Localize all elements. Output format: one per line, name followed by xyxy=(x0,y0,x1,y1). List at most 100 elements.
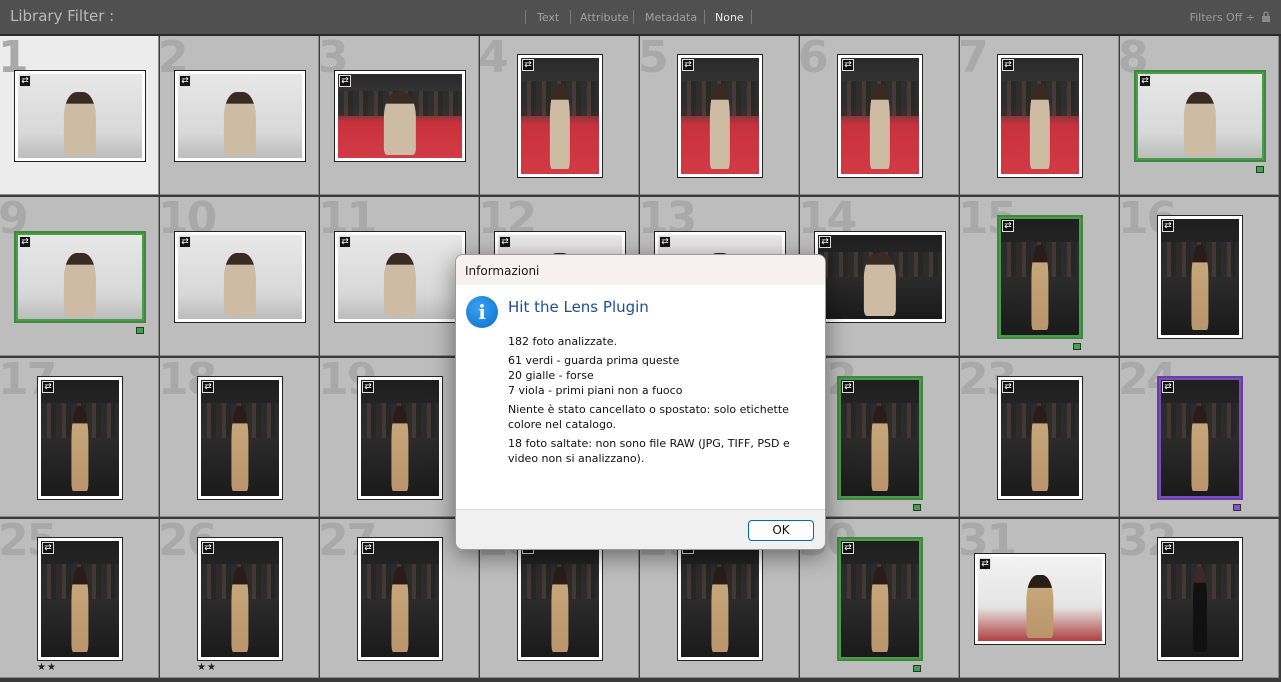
photo-thumbnail[interactable]: ⇄ xyxy=(1134,70,1266,162)
photo-thumbnail[interactable]: ⇄ xyxy=(837,537,923,661)
develop-badge-icon[interactable]: ⇄ xyxy=(842,381,854,393)
lock-icon[interactable] xyxy=(1261,11,1271,23)
develop-badge-icon[interactable]: ⇄ xyxy=(659,236,671,248)
grid-cell[interactable]: 2 ⇄ xyxy=(160,36,319,195)
photo-thumbnail[interactable]: ⇄ xyxy=(357,376,443,500)
purple-color-label-icon[interactable] xyxy=(1233,504,1241,511)
grid-cell[interactable]: 24 ⇄ xyxy=(1120,358,1279,517)
develop-badge-icon[interactable]: ⇄ xyxy=(42,381,54,393)
star-rating[interactable]: ★★ xyxy=(197,662,217,673)
grid-cell[interactable]: 6 ⇄ xyxy=(800,36,959,195)
photo-thumbnail[interactable]: ⇄ xyxy=(37,376,123,500)
grid-cell[interactable]: 3 ⇄ xyxy=(320,36,479,195)
develop-badge-icon[interactable]: ⇄ xyxy=(1162,542,1174,554)
photo-thumbnail[interactable]: ⇄ xyxy=(997,54,1083,178)
photo-thumbnail[interactable]: ⇄ xyxy=(814,231,946,323)
green-color-label-icon[interactable] xyxy=(1073,343,1081,350)
develop-badge-icon[interactable]: ⇄ xyxy=(362,381,374,393)
grid-cell[interactable]: 5 ⇄ xyxy=(640,36,799,195)
grid-cell[interactable]: 15 ⇄ xyxy=(960,197,1119,356)
develop-badge-icon[interactable]: ⇄ xyxy=(682,59,694,71)
develop-badge-icon[interactable]: ⇄ xyxy=(1002,220,1014,232)
ok-button[interactable]: OK xyxy=(748,520,814,541)
green-color-label-icon[interactable] xyxy=(913,504,921,511)
photo-thumbnail[interactable]: ⇄ xyxy=(197,376,283,500)
photo-thumbnail[interactable]: ⇄ xyxy=(837,54,923,178)
develop-badge-icon[interactable]: ⇄ xyxy=(339,236,351,248)
photo-image: ⇄ xyxy=(978,557,1102,641)
photo-thumbnail[interactable]: ⇄ xyxy=(837,376,923,500)
develop-badge-icon[interactable]: ⇄ xyxy=(979,558,991,570)
divider xyxy=(751,10,752,24)
photo-thumbnail[interactable]: ⇄ xyxy=(174,70,306,162)
photo-thumbnail[interactable]: ⇄ xyxy=(517,537,603,661)
filter-text-tab[interactable]: Text xyxy=(537,11,559,24)
develop-badge-icon[interactable]: ⇄ xyxy=(42,542,54,554)
develop-badge-icon[interactable]: ⇄ xyxy=(19,75,31,87)
grid-cell[interactable]: 17 ⇄ xyxy=(0,358,159,517)
develop-badge-icon[interactable]: ⇄ xyxy=(202,381,214,393)
green-color-label-icon[interactable] xyxy=(1256,166,1264,173)
grid-cell[interactable]: 26 ⇄ ★★ xyxy=(160,519,319,678)
green-color-label-icon[interactable] xyxy=(136,327,144,334)
subject-figure xyxy=(711,566,729,653)
develop-badge-icon[interactable]: ⇄ xyxy=(19,236,31,248)
filter-none-tab[interactable]: None xyxy=(715,11,744,24)
filter-attribute-tab[interactable]: Attribute xyxy=(580,11,629,24)
grid-cell[interactable]: 25 ⇄ ★★ xyxy=(0,519,159,678)
grid-cell[interactable]: 18 ⇄ xyxy=(160,358,319,517)
photo-thumbnail[interactable]: ⇄ xyxy=(997,215,1083,339)
develop-badge-icon[interactable]: ⇄ xyxy=(1002,381,1014,393)
photo-thumbnail[interactable]: ⇄ xyxy=(174,231,306,323)
photo-thumbnail[interactable]: ⇄ xyxy=(997,376,1083,500)
grid-cell[interactable]: 9 ⇄ xyxy=(0,197,159,356)
filter-metadata-tab[interactable]: Metadata xyxy=(645,11,697,24)
photo-thumbnail[interactable]: ⇄ xyxy=(334,70,466,162)
photo-thumbnail[interactable]: ⇄ xyxy=(197,537,283,661)
develop-badge-icon[interactable]: ⇄ xyxy=(842,542,854,554)
photo-thumbnail[interactable]: ⇄ xyxy=(14,70,146,162)
photo-thumbnail[interactable]: ⇄ xyxy=(1157,376,1243,500)
develop-badge-icon[interactable]: ⇄ xyxy=(1162,381,1174,393)
develop-badge-icon[interactable]: ⇄ xyxy=(819,236,831,248)
star-rating[interactable]: ★★ xyxy=(37,662,57,673)
develop-badge-icon[interactable]: ⇄ xyxy=(339,75,351,87)
photo-thumbnail[interactable]: ⇄ xyxy=(517,54,603,178)
photo-image: ⇄ xyxy=(841,58,919,174)
photo-thumbnail[interactable]: ⇄ xyxy=(677,54,763,178)
grid-cell[interactable]: 10 ⇄ xyxy=(160,197,319,356)
green-color-label-icon[interactable] xyxy=(913,665,921,672)
photo-thumbnail[interactable]: ⇄ xyxy=(1157,537,1243,661)
photo-thumbnail[interactable]: ⇄ xyxy=(14,231,146,323)
grid-cell[interactable]: 1 ⇄ xyxy=(0,36,159,195)
develop-badge-icon[interactable]: ⇄ xyxy=(202,542,214,554)
develop-badge-icon[interactable]: ⇄ xyxy=(522,59,534,71)
photo-thumbnail[interactable]: ⇄ xyxy=(357,537,443,661)
develop-badge-icon[interactable]: ⇄ xyxy=(1162,220,1174,232)
grid-cell[interactable]: 32 ⇄ xyxy=(1120,519,1279,678)
subject-figure xyxy=(1191,405,1209,492)
grid-cell[interactable]: 8 ⇄ xyxy=(1120,36,1279,195)
info-dialog: Informazioni i Hit the Lens Plugin 182 f… xyxy=(455,254,826,550)
photo-thumbnail[interactable]: ⇄ xyxy=(37,537,123,661)
develop-badge-icon[interactable]: ⇄ xyxy=(842,59,854,71)
photo-thumbnail[interactable]: ⇄ xyxy=(974,553,1106,645)
grid-cell[interactable]: 31 ⇄ xyxy=(960,519,1119,678)
photo-thumbnail[interactable]: ⇄ xyxy=(334,231,466,323)
photo-thumbnail[interactable]: ⇄ xyxy=(1157,215,1243,339)
develop-badge-icon[interactable]: ⇄ xyxy=(1139,75,1151,87)
grid-cell[interactable]: 16 ⇄ xyxy=(1120,197,1279,356)
develop-badge-icon[interactable]: ⇄ xyxy=(179,236,191,248)
develop-badge-icon[interactable]: ⇄ xyxy=(1002,59,1014,71)
subject-figure xyxy=(383,253,417,316)
develop-badge-icon[interactable]: ⇄ xyxy=(499,236,511,248)
develop-badge-icon[interactable]: ⇄ xyxy=(362,542,374,554)
photo-image: ⇄ xyxy=(41,380,119,496)
photo-thumbnail[interactable]: ⇄ xyxy=(677,537,763,661)
filters-off-dropdown[interactable]: Filters Off ÷ xyxy=(1190,11,1255,24)
grid-cell[interactable]: 4 ⇄ xyxy=(480,36,639,195)
grid-cell[interactable]: 7 ⇄ xyxy=(960,36,1119,195)
grid-cell[interactable]: 23 ⇄ xyxy=(960,358,1119,517)
subject-figure xyxy=(223,253,257,316)
develop-badge-icon[interactable]: ⇄ xyxy=(179,75,191,87)
